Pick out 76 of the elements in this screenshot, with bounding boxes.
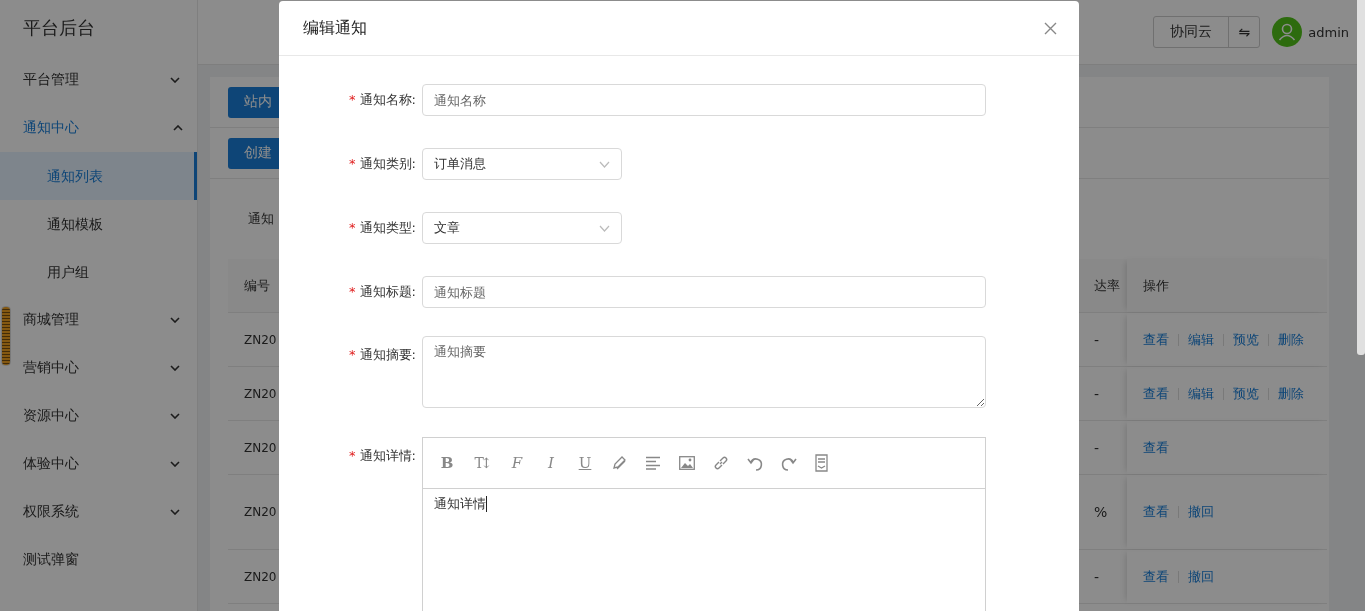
table-cell: - xyxy=(1094,331,1100,348)
field-label: 通知类别: xyxy=(359,156,416,171)
editor-text[interactable]: 通知详情 xyxy=(434,495,486,513)
switch-button[interactable]: ⇋ xyxy=(1229,17,1260,47)
redo-icon[interactable] xyxy=(781,455,797,471)
submenu-item[interactable]: 通知列表 xyxy=(0,152,197,200)
table-cell: - xyxy=(1094,568,1100,585)
required-mark: * xyxy=(349,220,356,235)
column-header: 达率 xyxy=(1094,277,1120,293)
link-icon[interactable] xyxy=(713,455,729,471)
select-field[interactable]: 订单消息 xyxy=(422,148,622,180)
action-link[interactable]: 编辑 xyxy=(1188,384,1214,403)
menu-item[interactable]: 平台管理 xyxy=(0,56,197,104)
table-cell: % xyxy=(1094,504,1108,520)
action-link[interactable]: 查看 xyxy=(1143,503,1169,521)
menu-item[interactable]: 权限系统 xyxy=(0,488,197,536)
action-link[interactable]: 查看 xyxy=(1143,438,1169,457)
app-title: 平台后台 xyxy=(22,16,96,40)
submenu-item[interactable]: 用户组 xyxy=(0,248,197,296)
action-link[interactable]: 查看 xyxy=(1143,567,1169,586)
scrollbar-thumb[interactable] xyxy=(1357,0,1365,355)
required-mark: * xyxy=(349,284,356,299)
select-field[interactable]: 文章 xyxy=(422,212,622,244)
table-cell: ZN20 xyxy=(244,386,277,401)
underline-button[interactable]: U xyxy=(577,454,593,472)
org-button[interactable]: 协同云 xyxy=(1154,17,1230,47)
menu-item[interactable]: 体验中心 xyxy=(0,440,197,488)
pen-icon[interactable] xyxy=(611,455,627,471)
font-button[interactable]: F xyxy=(509,454,525,472)
submenu-item[interactable]: 通知模板 xyxy=(0,200,197,248)
field-label: 通知详情: xyxy=(359,448,416,463)
size-button[interactable]: T↕ xyxy=(473,455,491,471)
required-mark: * xyxy=(349,448,356,463)
action-link[interactable]: 删除 xyxy=(1278,384,1304,403)
text-field[interactable]: 通知名称 xyxy=(422,84,986,116)
align-left-icon[interactable] xyxy=(645,456,661,470)
table-cell: - xyxy=(1094,439,1100,456)
menu-item[interactable]: 通知中心 xyxy=(0,104,197,152)
filter-label: 通知 xyxy=(248,210,274,228)
action-link[interactable]: 编辑 xyxy=(1188,330,1214,349)
table-cell: - xyxy=(1094,385,1100,402)
undo-icon[interactable] xyxy=(747,455,763,471)
required-mark: * xyxy=(349,347,356,362)
column-header: 操作 xyxy=(1143,276,1169,295)
bold-button[interactable]: B xyxy=(439,454,455,472)
table-cell: ZN20 xyxy=(244,505,277,519)
table-cell: ZN20 xyxy=(244,569,277,584)
table-cell: ZN20 xyxy=(244,440,277,455)
table-cell: ZN20 xyxy=(244,332,277,347)
action-link[interactable]: 删除 xyxy=(1278,330,1304,349)
text-field[interactable]: 通知标题 xyxy=(422,276,986,308)
avatar-icon[interactable] xyxy=(1272,17,1303,47)
action-link[interactable]: 预览 xyxy=(1233,330,1259,349)
column-header: 编号 xyxy=(244,277,270,293)
chevron-down-icon xyxy=(599,224,610,232)
menu-item[interactable]: 资源中心 xyxy=(0,392,197,440)
action-link[interactable]: 预览 xyxy=(1233,384,1259,403)
action-link[interactable]: 查看 xyxy=(1143,330,1169,349)
image-icon[interactable] xyxy=(679,456,695,470)
required-mark: * xyxy=(349,156,356,171)
field-label: 通知类型: xyxy=(359,220,416,235)
menu-item[interactable]: 测试弹窗 xyxy=(0,536,197,584)
document-icon[interactable] xyxy=(815,454,828,472)
italic-button[interactable]: I xyxy=(543,454,559,472)
chevron-down-icon xyxy=(599,160,610,168)
modal-title: 编辑通知 xyxy=(303,17,367,39)
close-icon[interactable] xyxy=(1044,21,1057,35)
text-area[interactable]: 通知摘要 xyxy=(422,336,986,408)
action-link[interactable]: 撤回 xyxy=(1188,567,1214,586)
action-link[interactable]: 查看 xyxy=(1143,384,1169,403)
field-label: 通知标题: xyxy=(359,284,416,299)
action-link[interactable]: 撤回 xyxy=(1188,503,1214,521)
field-label: 通知摘要: xyxy=(359,347,416,362)
field-label: 通知名称: xyxy=(359,92,416,107)
user-name[interactable]: admin xyxy=(1308,24,1349,40)
required-mark: * xyxy=(349,92,356,107)
